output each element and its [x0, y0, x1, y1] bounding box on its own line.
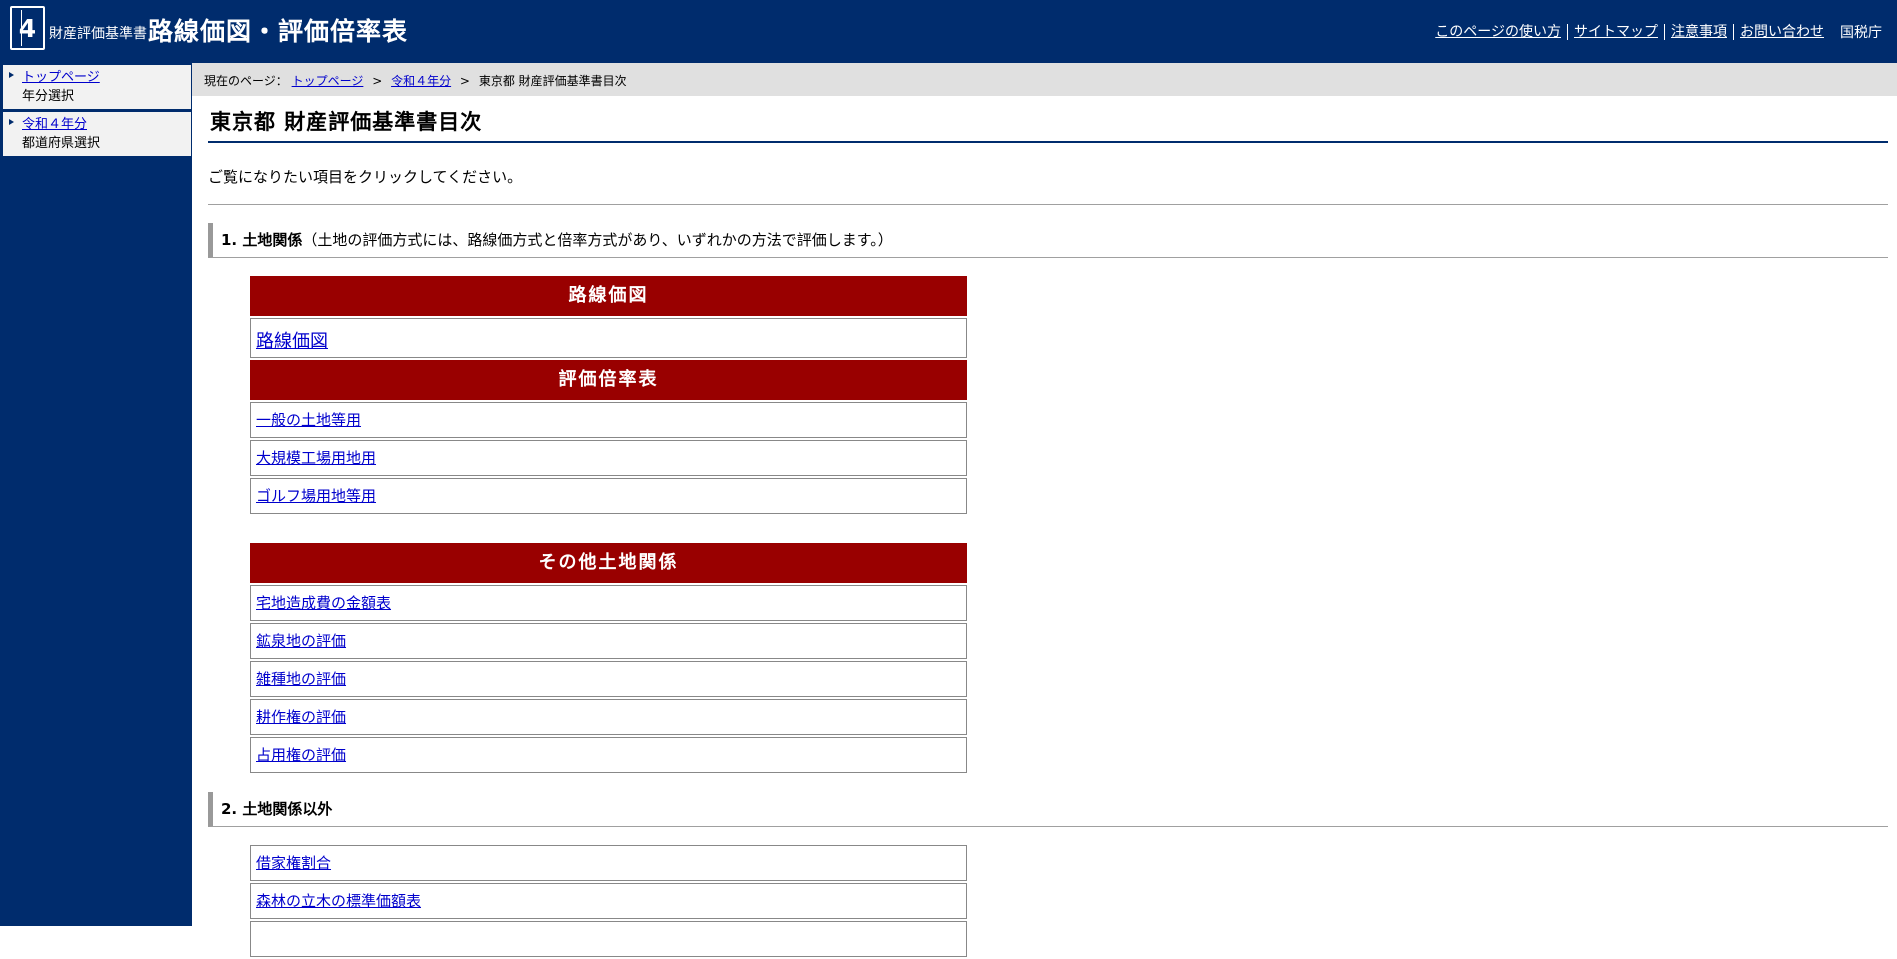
- section-heading-non-land: 2. 土地関係以外: [208, 792, 1888, 827]
- section-note: （土地の評価方式には、路線価方式と倍率方式があり、いずれかの方法で評価します。）: [302, 231, 893, 249]
- nav-how-to-use[interactable]: このページの使い方: [1435, 24, 1567, 40]
- block-header: 評価倍率表: [250, 360, 967, 400]
- list-item: 耕作権の評価: [250, 699, 967, 735]
- breadcrumb-separator: >: [372, 74, 383, 88]
- breadcrumb-link-year[interactable]: 令和４年分: [391, 74, 451, 88]
- list-item-partial: [250, 921, 967, 957]
- page-title: 東京都 財産評価基準書目次: [208, 106, 1888, 143]
- list-item: ゴルフ場用地等用: [250, 478, 967, 514]
- section-heading-land: 1. 土地関係（土地の評価方式には、路線価方式と倍率方式があり、いずれかの方法で…: [208, 223, 1888, 258]
- breadcrumb-separator: >: [459, 74, 470, 88]
- other-land-link[interactable]: 雑種地の評価: [256, 670, 346, 688]
- list-item: 占用権の評価: [250, 737, 967, 773]
- site-subtitle: 財産評価基準書: [49, 26, 147, 42]
- intro-text: ご覧になりたい項目をクリックしてください。: [208, 168, 523, 186]
- rosenka-block: 路線価図 路線価図: [250, 276, 967, 360]
- list-item: 宅地造成費の金額表: [250, 585, 967, 621]
- sidebar-item-year: 令和４年分 都道府県選択: [3, 112, 191, 157]
- other-land-block: その他土地関係 宅地造成費の金額表 鉱泉地の評価 雑種地の評価 耕作権の評価 占…: [250, 543, 967, 775]
- sidebar-item-top: トップページ 年分選択: [3, 65, 191, 110]
- other-land-link[interactable]: 宅地造成費の金額表: [256, 594, 391, 612]
- bairitsu-link-factory[interactable]: 大規模工場用地用: [256, 449, 376, 467]
- non-land-link[interactable]: 借家権割合: [256, 854, 331, 872]
- nav-sitemap[interactable]: サイトマップ: [1567, 24, 1664, 40]
- section-title: 2. 土地関係以外: [221, 800, 333, 818]
- list-item: 一般の土地等用: [250, 402, 967, 438]
- sidebar: トップページ 年分選択 令和４年分 都道府県選択: [0, 63, 192, 926]
- non-land-link[interactable]: 森林の立木の標準価額表: [256, 892, 421, 910]
- site-title[interactable]: 路線価図・評価倍率表: [148, 12, 408, 48]
- triangle-right-icon: [9, 119, 14, 125]
- list-item: 鉱泉地の評価: [250, 623, 967, 659]
- rosenka-link[interactable]: 路線価図: [256, 331, 328, 352]
- site-header: 4 財産評価基準書 路線価図・評価倍率表 このページの使い方 サイトマップ 注意…: [0, 0, 1897, 63]
- breadcrumb-link-top[interactable]: トップページ: [292, 74, 364, 88]
- list-item: 雑種地の評価: [250, 661, 967, 697]
- sidebar-sub-label: 年分選択: [22, 89, 75, 104]
- book-logo-icon: 4: [10, 6, 45, 50]
- section-title: 1. 土地関係: [221, 231, 303, 249]
- breadcrumb-current: 東京都 財産評価基準書目次: [478, 74, 627, 88]
- bairitsu-block: 評価倍率表 一般の土地等用 大規模工場用地用 ゴルフ場用地等用: [250, 360, 967, 516]
- list-item: 森林の立木の標準価額表: [250, 883, 967, 919]
- divider: [208, 204, 1888, 205]
- non-land-block: 借家権割合 森林の立木の標準価額表: [250, 845, 967, 959]
- breadcrumb-label: 現在のページ：: [204, 74, 288, 88]
- breadcrumb: 現在のページ： トップページ > 令和４年分 > 東京都 財産評価基準書目次: [192, 63, 1897, 96]
- nav-contact[interactable]: お問い合わせ: [1733, 24, 1830, 40]
- other-land-link[interactable]: 耕作権の評価: [256, 708, 346, 726]
- agency-name: 国税庁: [1840, 25, 1882, 41]
- header-nav: このページの使い方 サイトマップ 注意事項 お問い合わせ 国税庁: [1435, 22, 1882, 42]
- sidebar-link-top[interactable]: トップページ: [22, 68, 191, 87]
- nav-notes[interactable]: 注意事項: [1664, 24, 1733, 40]
- sidebar-link-year[interactable]: 令和４年分: [22, 115, 191, 134]
- logo-number: 4: [18, 14, 37, 43]
- other-land-link[interactable]: 鉱泉地の評価: [256, 632, 346, 650]
- block-header: その他土地関係: [250, 543, 967, 583]
- list-item: 路線価図: [250, 318, 967, 358]
- triangle-right-icon: [9, 72, 14, 78]
- other-land-link[interactable]: 占用権の評価: [256, 746, 346, 764]
- list-item: 借家権割合: [250, 845, 967, 881]
- bairitsu-link-golf[interactable]: ゴルフ場用地等用: [256, 487, 376, 505]
- sidebar-sub-label: 都道府県選択: [22, 136, 101, 151]
- bairitsu-link-general[interactable]: 一般の土地等用: [256, 411, 361, 429]
- block-header: 路線価図: [250, 276, 967, 316]
- list-item: 大規模工場用地用: [250, 440, 967, 476]
